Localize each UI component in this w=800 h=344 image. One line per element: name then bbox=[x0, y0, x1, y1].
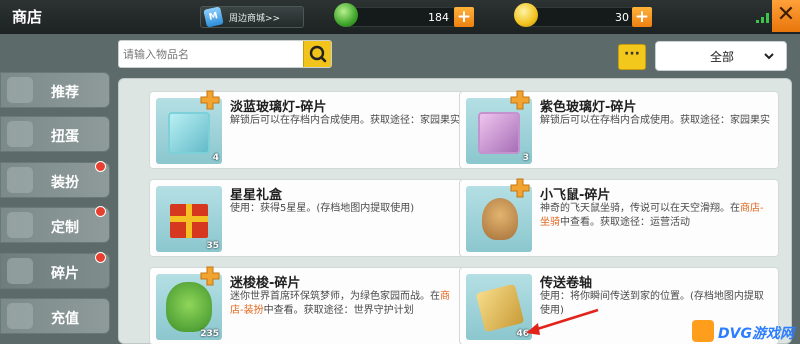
item-description: 解锁后可以在存档内合成使用。获取途径：家园果实 bbox=[540, 115, 770, 126]
filter-value: 全部 bbox=[710, 50, 735, 64]
purple-glass-cube-icon bbox=[478, 112, 520, 154]
sidebar-item-label: 推荐 bbox=[51, 85, 79, 101]
item-count: 4 bbox=[212, 153, 219, 163]
sidebar-item-recommend[interactable]: 推荐 bbox=[0, 72, 110, 108]
sidebar-item-label: 充值 bbox=[51, 311, 79, 327]
search-input[interactable] bbox=[123, 46, 293, 62]
search-icon bbox=[309, 45, 327, 63]
sidebar-item-label: 装扮 bbox=[51, 175, 79, 191]
mall-bag-icon: M bbox=[203, 6, 224, 28]
outfit-icon bbox=[7, 167, 33, 193]
item-name: 紫色玻璃灯-碎片 bbox=[540, 100, 637, 115]
item-count: 235 bbox=[200, 329, 219, 339]
leaf-character-icon bbox=[166, 282, 212, 332]
coin-count: 30 bbox=[615, 11, 629, 24]
item-card-mi-suo-suo[interactable]: 235 迷梭梭-碎片 迷你世界首席环保筑梦师，为绿色家园而战。在商店-装扮中查看… bbox=[149, 266, 469, 344]
more-options-button[interactable]: ··· bbox=[618, 44, 646, 70]
merch-mall-label: 周边商城>> bbox=[229, 14, 281, 24]
merch-mall-button[interactable]: M 周边商城>> bbox=[200, 6, 304, 28]
item-description: 解锁后可以在存档内合成使用。获取途径：家园果实 bbox=[230, 115, 460, 126]
item-name: 星星礼盒 bbox=[230, 188, 283, 203]
gift-box-icon bbox=[170, 204, 208, 238]
item-name: 传送卷轴 bbox=[540, 276, 593, 291]
sidebar-item-label: 定制 bbox=[51, 220, 79, 236]
item-card-star-gift-box[interactable]: 35 星星礼盒 使用：获得5星星。(存档地图内提取使用) bbox=[149, 179, 469, 257]
add-coins-button[interactable]: + bbox=[632, 7, 652, 27]
sidebar-item-label: 扭蛋 bbox=[51, 129, 79, 145]
coin-balance: 30 bbox=[526, 7, 638, 27]
category-filter-dropdown[interactable]: 全部 bbox=[655, 41, 787, 71]
annotation-arrow-icon bbox=[526, 308, 599, 335]
item-name: 迷梭梭-碎片 bbox=[230, 276, 301, 291]
sidebar-item-custom[interactable]: 定制 bbox=[0, 206, 110, 243]
page-title: 商店 bbox=[12, 8, 43, 26]
notification-dot bbox=[95, 161, 106, 172]
item-grid: 4 淡蓝玻璃灯-碎片 解锁后可以在存档内合成使用。获取途径：家园果实 3 紫色玻… bbox=[118, 78, 792, 344]
item-name: 小飞鼠-碎片 bbox=[540, 188, 611, 203]
notification-dot bbox=[95, 206, 106, 217]
search-button[interactable] bbox=[303, 41, 331, 67]
chevron-down-icon bbox=[764, 53, 774, 60]
sidebar-item-gacha[interactable]: 扭蛋 bbox=[0, 116, 110, 152]
puzzle-icon bbox=[7, 258, 33, 284]
watermark-logo: DVG游戏网 bbox=[692, 320, 800, 344]
gem-balance: 184 bbox=[346, 7, 458, 27]
item-description: 迷你世界首席环保筑梦师，为绿色家园而战。在商店-装扮中查看。获取途径：世界守护计… bbox=[230, 291, 450, 316]
fragment-plus-icon bbox=[510, 90, 530, 110]
sidebar-item-label: 碎片 bbox=[51, 266, 79, 282]
close-button[interactable]: ✕ bbox=[772, 0, 800, 32]
search-bar bbox=[118, 40, 332, 68]
diamond-icon bbox=[7, 303, 33, 329]
gamepad-icon bbox=[692, 320, 714, 342]
signal-icon bbox=[756, 13, 769, 23]
fragment-plus-icon bbox=[200, 90, 220, 110]
thumbs-up-icon bbox=[7, 77, 33, 103]
item-name: 淡蓝玻璃灯-碎片 bbox=[230, 100, 327, 115]
item-card-purple-lamp[interactable]: 3 紫色玻璃灯-碎片 解锁后可以在存档内合成使用。获取途径：家园果实 bbox=[459, 90, 779, 169]
fragment-plus-icon bbox=[200, 266, 220, 286]
item-description: 使用：获得5星星。(存档地图内提取使用) bbox=[230, 203, 415, 214]
top-bar: 商店 M 周边商城>> 184 + 30 + ✕ bbox=[0, 0, 800, 34]
watermark-text: DVG游戏网 bbox=[718, 326, 794, 342]
sidebar-item-recharge[interactable]: 充值 bbox=[0, 298, 110, 334]
sidebar-item-fragments[interactable]: 碎片 bbox=[0, 252, 110, 289]
item-count: 35 bbox=[206, 241, 219, 251]
item-count: 3 bbox=[522, 153, 529, 163]
blue-glass-cube-icon bbox=[168, 112, 210, 154]
item-card-flying-squirrel[interactable]: 小飞鼠-碎片 神奇的飞天鼠坐骑，传说可以在天空滑翔。在商店-坐骑中查看。获取途径… bbox=[459, 178, 779, 257]
gem-count: 184 bbox=[428, 11, 449, 24]
scroll-icon bbox=[475, 283, 525, 333]
gem-icon bbox=[334, 3, 358, 27]
capsule-icon bbox=[7, 121, 33, 147]
coin-icon bbox=[514, 3, 538, 27]
sidebar-item-outfit[interactable]: 装扮 bbox=[0, 161, 110, 198]
item-thumbnail: 35 bbox=[156, 186, 222, 252]
notification-dot bbox=[95, 252, 106, 263]
item-description: 神奇的飞天鼠坐骑，传说可以在天空滑翔。在商店-坐骑中查看。获取途径：运营活动 bbox=[540, 203, 764, 228]
pencil-icon bbox=[7, 212, 33, 238]
add-gems-button[interactable]: + bbox=[454, 7, 474, 27]
item-card-light-blue-lamp[interactable]: 4 淡蓝玻璃灯-碎片 解锁后可以在存档内合成使用。获取途径：家园果实 bbox=[149, 90, 469, 169]
flying-squirrel-icon bbox=[482, 198, 518, 240]
fragment-plus-icon bbox=[510, 178, 530, 198]
